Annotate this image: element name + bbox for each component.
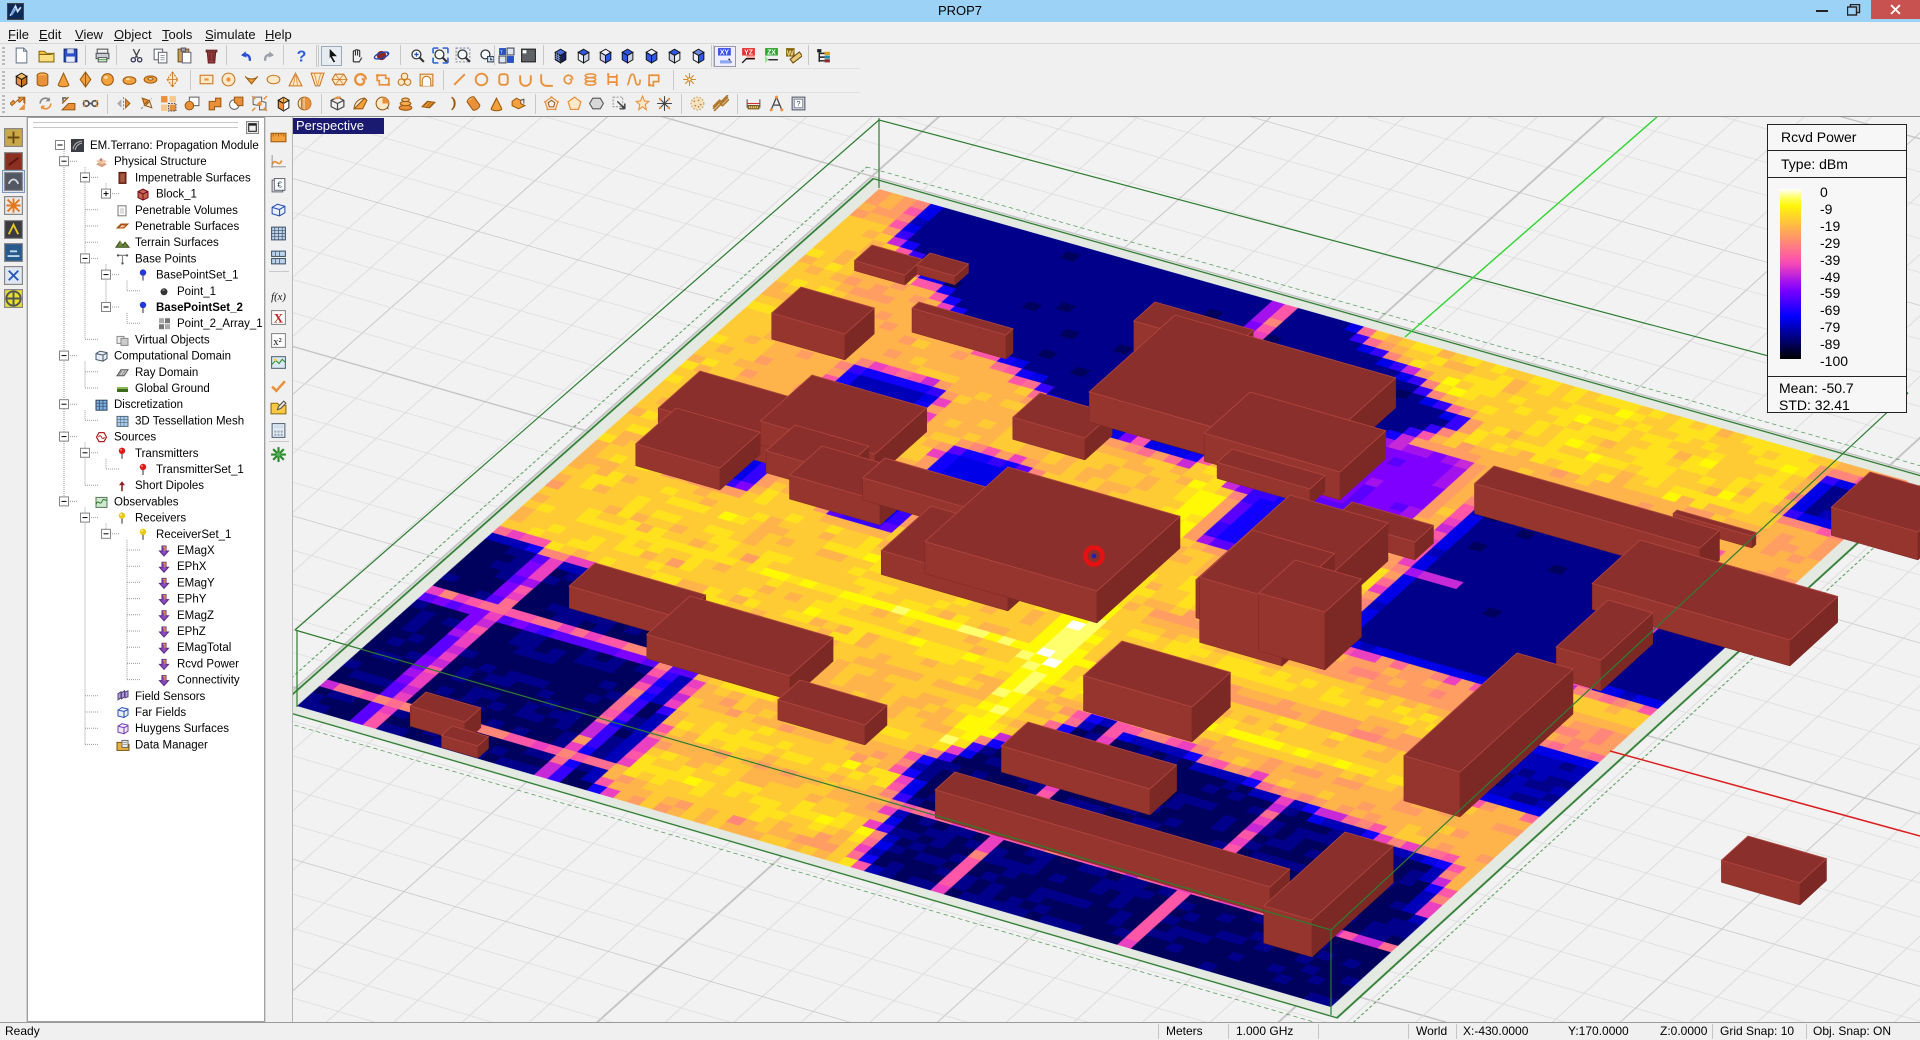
- svg-text:EPhX: EPhX: [177, 561, 207, 573]
- svg-text:Sources: Sources: [114, 432, 156, 444]
- svg-text:TransmitterSet_1: TransmitterSet_1: [156, 464, 244, 476]
- svg-text:?: ?: [297, 48, 307, 64]
- svg-text:Ray Domain: Ray Domain: [135, 367, 198, 379]
- svg-text:3D Tessellation Mesh: 3D Tessellation Mesh: [135, 415, 244, 427]
- svg-text:Virtual Objects: Virtual Objects: [135, 334, 210, 346]
- svg-text:XY: XY: [720, 49, 730, 56]
- svg-text:W: W: [787, 49, 794, 58]
- svg-text:Discretization: Discretization: [114, 399, 183, 411]
- svg-text:Rcvd Power: Rcvd Power: [177, 658, 239, 670]
- svg-text:EPhY: EPhY: [177, 594, 207, 606]
- svg-text:Terrain Surfaces: Terrain Surfaces: [135, 237, 219, 249]
- svg-text:x²: x²: [273, 337, 282, 348]
- svg-text:Huygens Surfaces: Huygens Surfaces: [135, 723, 229, 735]
- svg-text:f(x): f(x): [271, 292, 286, 303]
- svg-text:Short Dipoles: Short Dipoles: [135, 480, 204, 492]
- svg-text:Physical Structure: Physical Structure: [114, 156, 207, 168]
- svg-text:Far Fields: Far Fields: [135, 707, 186, 719]
- svg-text:Penetrable Volumes: Penetrable Volumes: [135, 205, 238, 217]
- svg-text:Receivers: Receivers: [135, 513, 186, 525]
- svg-text:ReceiverSet_1: ReceiverSet_1: [156, 529, 231, 541]
- svg-text:Point_1: Point_1: [177, 286, 216, 298]
- svg-text:EM.Terrano: Propagation Module: EM.Terrano: Propagation Module: [90, 140, 259, 152]
- svg-text:Data Manager: Data Manager: [135, 739, 208, 751]
- svg-text:EMagTotal: EMagTotal: [177, 642, 231, 654]
- svg-text:Point_2_Array_1: Point_2_Array_1: [177, 318, 263, 330]
- svg-text:Field Sensors: Field Sensors: [135, 691, 206, 703]
- svg-text:€: €: [277, 180, 282, 190]
- svg-text:X: X: [274, 311, 284, 325]
- svg-text:BasePointSet_1: BasePointSet_1: [156, 270, 238, 282]
- svg-text:Global Ground: Global Ground: [135, 383, 210, 395]
- svg-text:Connectivity: Connectivity: [177, 675, 240, 687]
- svg-text:T: T: [500, 49, 503, 54]
- svg-text:ZX: ZX: [767, 49, 776, 56]
- svg-text:Computational Domain: Computational Domain: [114, 351, 231, 363]
- svg-text:EPhZ: EPhZ: [177, 626, 206, 638]
- svg-text:BasePointSet_2: BasePointSet_2: [156, 302, 243, 314]
- svg-text:Transmitters: Transmitters: [135, 448, 199, 460]
- svg-text:Penetrable Surfaces: Penetrable Surfaces: [135, 221, 239, 233]
- svg-text:?: ?: [796, 99, 800, 108]
- svg-text:EMagY: EMagY: [177, 577, 215, 589]
- svg-text:EMagX: EMagX: [177, 545, 215, 557]
- svg-text:YZ: YZ: [744, 49, 754, 56]
- svg-text:Block_1: Block_1: [156, 189, 197, 201]
- svg-text:Observables: Observables: [114, 496, 179, 508]
- svg-text:Impenetrable Surfaces: Impenetrable Surfaces: [135, 172, 251, 184]
- svg-text:EMagZ: EMagZ: [177, 610, 214, 622]
- svg-text:Base Points: Base Points: [135, 253, 197, 265]
